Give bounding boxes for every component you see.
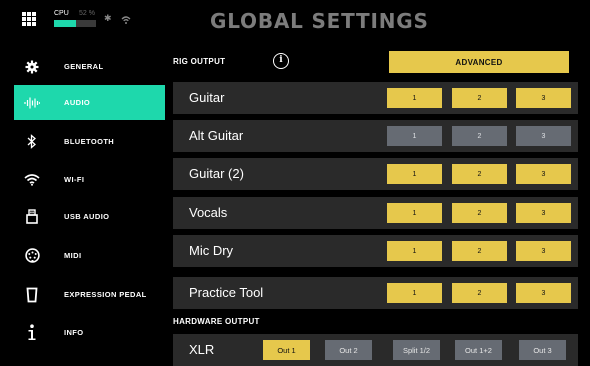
sidebar-item-label: INFO [64,328,84,337]
sidebar-item-label: USB AUDIO [64,212,110,221]
sidebar-item-label: EXPRESSION PEDAL [64,290,147,299]
sidebar-item-label: AUDIO [64,98,91,107]
sidebar-item-general[interactable]: GENERAL [14,49,165,84]
cpu-value: 52 % [79,10,95,17]
bluetooth-icon: ✱ [104,13,112,23]
rig-output-row-guitar: Guitar 1 2 3 [173,82,578,114]
expression-pedal-icon [14,287,50,303]
sidebar: GENERAL AUDIO BLUETOOTH WI-FI USB AUDIO … [0,44,165,365]
wifi-icon [121,12,131,30]
hardware-output-row-xlr: XLR Out 1 Out 2 Split 1/2 Out 1+2 Out 3 [173,334,578,366]
out-1-button[interactable]: Out 1 [263,340,310,360]
sidebar-item-label: MIDI [64,251,82,260]
sidebar-item-label: BLUETOOTH [64,137,115,146]
cpu-meter-fill [54,20,76,27]
output-1-button[interactable]: 1 [387,164,442,184]
row-label: Vocals [189,205,228,220]
output-2-button[interactable]: 2 [452,88,507,108]
rig-output-row-practice-tool: Practice Tool 1 2 3 [173,277,578,309]
cpu-meter [54,20,96,27]
row-label: Alt Guitar [189,128,244,143]
gear-icon [14,60,50,74]
output-3-button[interactable]: 3 [516,283,571,303]
audio-waveform-icon [14,97,50,109]
audio-settings-panel: RIG OUTPUT i ADVANCED Guitar 1 2 3 Alt G… [165,44,590,366]
row-label: Practice Tool [189,285,264,300]
sidebar-item-label: WI-FI [64,175,85,184]
sidebar-item-expression-pedal[interactable]: EXPRESSION PEDAL [14,277,165,312]
sidebar-item-usb-audio[interactable]: USB AUDIO [14,199,165,234]
output-1-button[interactable]: 1 [387,203,442,223]
hardware-output-label: HARDWARE OUTPUT [173,317,260,326]
output-1-button[interactable]: 1 [387,126,442,146]
out-2-button[interactable]: Out 2 [325,340,372,360]
info-icon [14,324,50,341]
out-1-plus-2-button[interactable]: Out 1+2 [455,340,502,360]
output-1-button[interactable]: 1 [387,283,442,303]
sidebar-item-info[interactable]: INFO [14,315,165,350]
output-1-button[interactable]: 1 [387,88,442,108]
rig-output-row-alt-guitar: Alt Guitar 1 2 3 [173,120,578,152]
output-2-button[interactable]: 2 [452,241,507,261]
sidebar-item-midi[interactable]: MIDI [14,238,165,273]
page-title: GLOBAL SETTINGS [210,9,429,33]
apps-grid-icon[interactable] [22,12,36,26]
output-3-button[interactable]: 3 [516,241,571,261]
sidebar-item-audio[interactable]: AUDIO [14,85,165,120]
cpu-label: CPU [54,10,69,17]
split-1-2-button[interactable]: Split 1/2 [393,340,440,360]
info-button[interactable]: i [273,53,289,69]
usb-icon [14,209,50,224]
row-label: Guitar (2) [189,166,244,181]
out-3-button[interactable]: Out 3 [519,340,566,360]
wifi-icon [14,173,50,186]
output-2-button[interactable]: 2 [452,203,507,223]
row-label: XLR [189,342,215,357]
rig-output-row-mic-dry: Mic Dry 1 2 3 [173,235,578,267]
sidebar-item-bluetooth[interactable]: BLUETOOTH [14,124,165,159]
rig-output-row-guitar-2: Guitar (2) 1 2 3 [173,158,578,190]
output-2-button[interactable]: 2 [452,164,507,184]
output-3-button[interactable]: 3 [516,164,571,184]
output-1-button[interactable]: 1 [387,241,442,261]
output-2-button[interactable]: 2 [452,283,507,303]
row-label: Mic Dry [189,243,234,258]
rig-output-row-vocals: Vocals 1 2 3 [173,197,578,229]
sidebar-item-wifi[interactable]: WI-FI [14,162,165,197]
advanced-button[interactable]: ADVANCED [389,51,569,73]
output-3-button[interactable]: 3 [516,88,571,108]
top-bar: CPU 52 % ✱ GLOBAL SETTINGS [0,0,590,44]
midi-icon [14,248,50,263]
bluetooth-icon [14,134,50,149]
sidebar-item-label: GENERAL [64,62,104,71]
row-label: Guitar [189,90,225,105]
output-3-button[interactable]: 3 [516,126,571,146]
output-2-button[interactable]: 2 [452,126,507,146]
rig-output-label: RIG OUTPUT [173,57,226,66]
output-3-button[interactable]: 3 [516,203,571,223]
